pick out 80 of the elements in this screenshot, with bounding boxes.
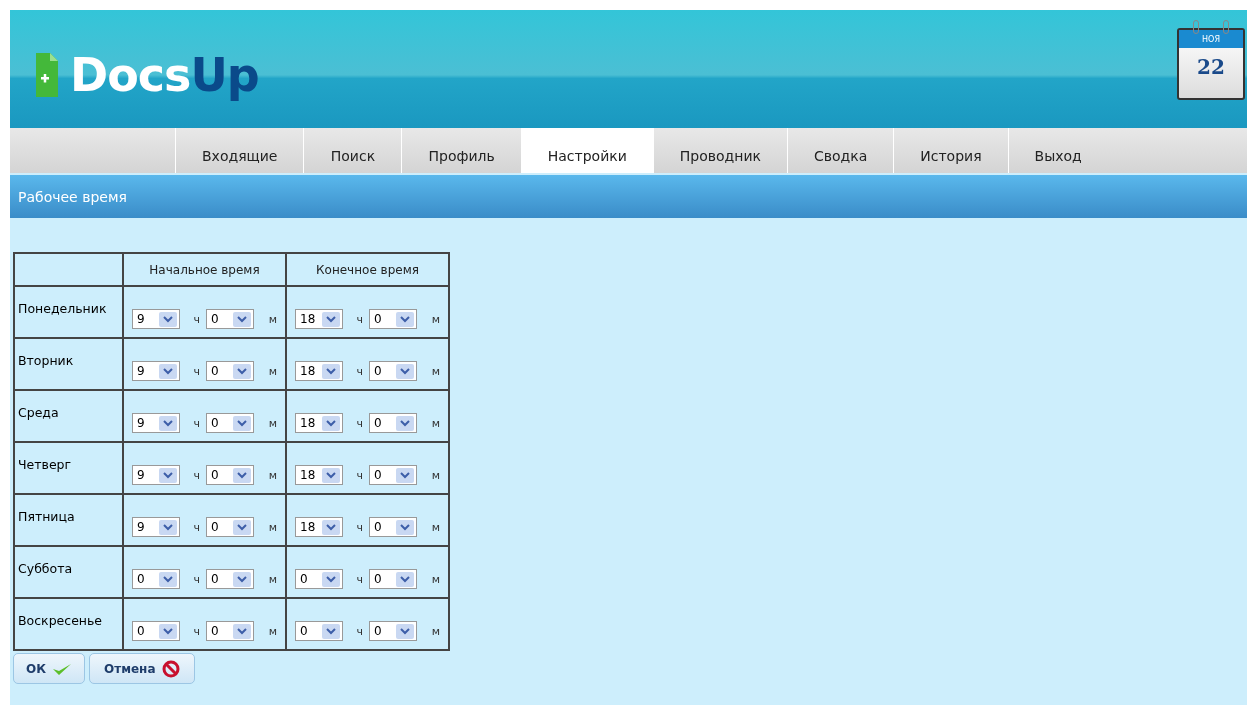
cancel-button[interactable]: Отмена — [89, 653, 195, 684]
unit-label: м — [430, 364, 440, 378]
day-label: Вторник — [14, 338, 123, 390]
time-dropdown[interactable]: 9 — [132, 413, 180, 433]
time-dropdown[interactable]: 0 — [132, 569, 180, 589]
unit-label: м — [430, 312, 440, 326]
time-dropdown[interactable]: 9 — [132, 309, 180, 329]
nav-tab[interactable]: Проводник — [652, 128, 787, 173]
time-dropdown[interactable]: 0 — [369, 361, 417, 381]
unit-label: ч — [192, 416, 200, 430]
unit-label: м — [430, 572, 440, 586]
time-dropdown[interactable]: 9 — [132, 465, 180, 485]
time-dropdown[interactable]: 0 — [369, 621, 417, 641]
unit-label: ч — [355, 468, 363, 482]
unit-label: м — [430, 624, 440, 638]
day-label: Понедельник — [14, 286, 123, 338]
unit-label: ч — [192, 520, 200, 534]
unit-label: м — [267, 416, 277, 430]
day-label: Четверг — [14, 442, 123, 494]
section-title: Рабочее время — [18, 188, 127, 205]
day-label: Воскресенье — [14, 598, 123, 650]
unit-label: ч — [355, 572, 363, 586]
unit-label: ч — [355, 364, 363, 378]
time-dropdown[interactable]: 0 — [206, 309, 254, 329]
unit-label: м — [267, 624, 277, 638]
day-label: Суббота — [14, 546, 123, 598]
time-dropdown[interactable]: 0 — [206, 465, 254, 485]
unit-label: ч — [355, 520, 363, 534]
nav-tab[interactable]: Выход — [1007, 128, 1108, 173]
time-dropdown[interactable]: 9 — [132, 517, 180, 537]
prohibited-icon — [161, 659, 180, 678]
column-header: Начальное время — [123, 253, 286, 286]
time-dropdown[interactable]: 0 — [295, 569, 343, 589]
unit-label: ч — [192, 624, 200, 638]
time-dropdown[interactable]: 0 — [295, 621, 343, 641]
time-dropdown[interactable]: 9 — [132, 361, 180, 381]
time-dropdown[interactable]: 18 — [295, 361, 343, 381]
time-dropdown[interactable]: 0 — [369, 517, 417, 537]
time-dropdown[interactable]: 0 — [369, 309, 417, 329]
time-dropdown[interactable]: 18 — [295, 413, 343, 433]
unit-label: ч — [192, 468, 200, 482]
time-dropdown[interactable]: 18 — [295, 517, 343, 537]
unit-label: м — [267, 572, 277, 586]
time-dropdown[interactable]: 0 — [369, 413, 417, 433]
unit-label: ч — [192, 572, 200, 586]
unit-label: ч — [355, 416, 363, 430]
time-dropdown[interactable]: 0 — [369, 569, 417, 589]
unit-label: ч — [355, 312, 363, 326]
unit-label: м — [267, 520, 277, 534]
ok-button[interactable]: ОК — [13, 653, 85, 684]
nav-tab[interactable]: Входящие — [175, 128, 304, 173]
unit-label: м — [430, 416, 440, 430]
unit-label: м — [267, 364, 277, 378]
nav-tab[interactable]: История — [893, 128, 1008, 173]
unit-label: м — [430, 468, 440, 482]
day-label: Среда — [14, 390, 123, 442]
nav-tab[interactable]: Профиль — [401, 128, 521, 173]
time-dropdown[interactable]: 0 — [206, 413, 254, 433]
nav-tab[interactable]: Сводка — [787, 128, 894, 173]
column-header: Конечное время — [286, 253, 449, 286]
time-dropdown[interactable]: 0 — [206, 517, 254, 537]
time-dropdown[interactable]: 18 — [295, 309, 343, 329]
unit-label: ч — [192, 364, 200, 378]
calendar-month: НОЯ — [1179, 30, 1243, 48]
unit-label: ч — [192, 312, 200, 326]
unit-label: м — [430, 520, 440, 534]
unit-label: м — [267, 312, 277, 326]
time-dropdown[interactable]: 0 — [206, 621, 254, 641]
day-label: Пятница — [14, 494, 123, 546]
unit-label: м — [267, 468, 277, 482]
time-dropdown[interactable]: 0 — [132, 621, 180, 641]
nav-tab[interactable]: Поиск — [303, 128, 402, 173]
time-dropdown[interactable]: 0 — [206, 361, 254, 381]
unit-label: ч — [355, 624, 363, 638]
nav-tab[interactable]: Настройки — [520, 128, 653, 173]
calendar-day: 22 — [1179, 55, 1243, 79]
time-dropdown[interactable]: 0 — [369, 465, 417, 485]
time-dropdown[interactable]: 18 — [295, 465, 343, 485]
document-plus-icon — [36, 53, 58, 97]
time-dropdown[interactable]: 0 — [206, 569, 254, 589]
